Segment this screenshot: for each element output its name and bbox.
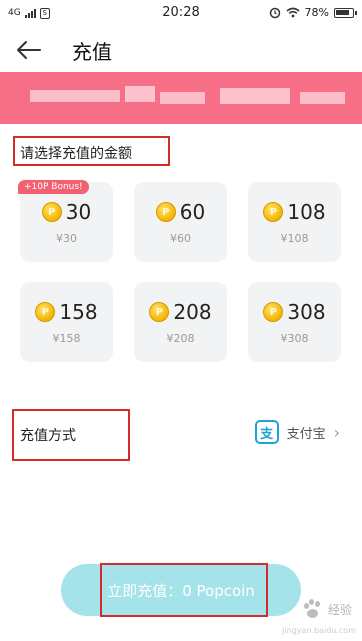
watermark: 经验 (302, 598, 352, 620)
amount-option-108[interactable]: P 108 ¥108 (248, 182, 341, 262)
status-bar: 4G S 20:28 78% (0, 0, 362, 26)
header: 充值 (0, 28, 362, 72)
highlight-box-pay-button (100, 563, 268, 617)
coin-amount: 208 (173, 300, 212, 324)
paw-icon (302, 598, 324, 620)
coin-amount: 308 (287, 300, 326, 324)
coin-icon: P (41, 202, 62, 222)
page-title: 充值 (72, 40, 112, 64)
coin-amount: 60 (179, 200, 206, 224)
price-label: ¥108 (280, 232, 309, 245)
battery-percent: 78% (304, 6, 329, 19)
coin-amount: 30 (65, 200, 92, 224)
battery-icon (334, 7, 357, 18)
price-label: ¥158 (52, 332, 81, 345)
amount-option-308[interactable]: P 308 ¥308 (248, 282, 341, 362)
watermark-url: jingyan.baidu.com (282, 626, 356, 635)
alipay-selector[interactable]: 支 支付宝 › (254, 420, 340, 444)
coin-amount: 158 (59, 300, 98, 324)
alipay-icon: 支 (254, 420, 279, 444)
chevron-right-icon: › (333, 422, 340, 442)
amount-section-title: 请选择充值的金额 (20, 146, 132, 162)
payment-method-label: 充值方式 (20, 428, 76, 444)
coin-icon: P (149, 302, 170, 322)
alipay-label: 支付宝 (286, 426, 326, 442)
watermark-text: 经验 (327, 602, 352, 617)
price-label: ¥308 (280, 332, 309, 345)
amount-option-158[interactable]: P 158 ¥158 (20, 282, 113, 362)
price-label: ¥60 (170, 232, 191, 245)
coin-amount: 108 (287, 200, 326, 224)
price-label: ¥30 (56, 232, 77, 245)
amount-option-208[interactable]: P 208 ¥208 (134, 282, 227, 362)
alarm-icon (269, 7, 280, 18)
coin-icon: P (155, 202, 176, 222)
coin-icon: P (263, 302, 284, 322)
price-label: ¥208 (166, 332, 195, 345)
amount-option-30[interactable]: +10P Bonus! P 30 ¥30 (18, 180, 113, 262)
coin-icon: P (35, 302, 56, 322)
wifi-icon (286, 7, 300, 18)
user-banner-blurred (0, 72, 362, 124)
coin-icon: P (263, 202, 284, 222)
back-arrow-icon[interactable] (14, 38, 42, 62)
amount-option-60[interactable]: P 60 ¥60 (134, 182, 227, 262)
bonus-badge: +10P Bonus! (18, 180, 89, 194)
